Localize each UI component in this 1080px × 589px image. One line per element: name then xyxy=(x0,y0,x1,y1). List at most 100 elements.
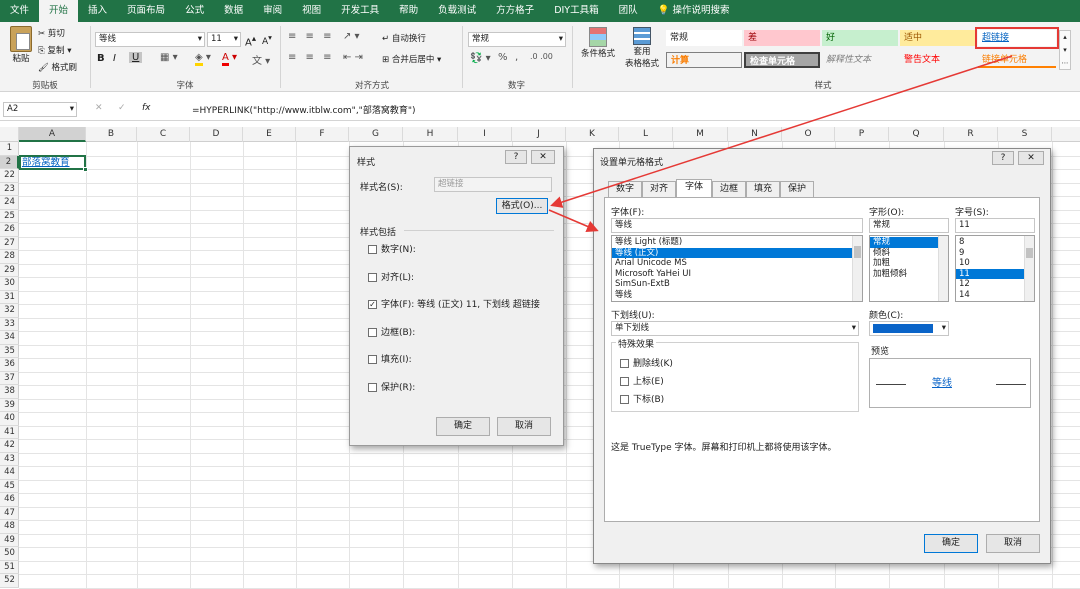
font-size-option[interactable]: 10 xyxy=(956,258,1024,269)
underline-button[interactable]: U xyxy=(129,52,143,63)
font-size-option[interactable]: 12 xyxy=(956,279,1024,290)
tab-diy-toolbox[interactable]: DIY工具箱 xyxy=(544,0,608,22)
font-size-option[interactable]: 14 xyxy=(956,290,1024,301)
tab-formulas[interactable]: 公式 xyxy=(175,0,214,22)
active-cell-a2[interactable]: 部落窝教育 xyxy=(19,155,88,172)
size-list-scrollbar[interactable] xyxy=(1024,236,1034,301)
font-size-box[interactable]: 11 ▾ xyxy=(207,32,241,47)
tab-fangfang[interactable]: 方方格子 xyxy=(486,0,544,22)
shrink-font-button[interactable]: A▾ xyxy=(262,33,272,47)
style-include-checkbox-5[interactable]: 保护(R): xyxy=(368,380,415,393)
column-header-c[interactable]: C xyxy=(137,127,190,142)
column-header-f[interactable]: F xyxy=(296,127,349,142)
name-box[interactable]: A2 ▾ xyxy=(3,102,77,117)
row-header-34[interactable]: 34 xyxy=(0,331,19,345)
font-size-option[interactable]: 11 xyxy=(956,268,1024,279)
row-header-28[interactable]: 28 xyxy=(0,250,19,264)
row-header-52[interactable]: 52 xyxy=(0,574,19,588)
number-format-box[interactable]: 常规 ▾ xyxy=(468,32,566,47)
row-header-41[interactable]: 41 xyxy=(0,426,19,439)
row-header-49[interactable]: 49 xyxy=(0,534,19,547)
column-header-q[interactable]: Q xyxy=(889,127,944,142)
tab-view[interactable]: 视图 xyxy=(292,0,331,22)
row-header-32[interactable]: 32 xyxy=(0,304,19,318)
row-header-48[interactable]: 48 xyxy=(0,520,19,534)
column-header-b[interactable]: B xyxy=(86,127,137,142)
paste-button[interactable]: 粘贴 xyxy=(6,26,36,64)
style-ok-button[interactable]: 确定 xyxy=(436,417,490,436)
column-header-r[interactable]: R xyxy=(944,127,998,142)
superscript-checkbox[interactable]: 上标(E) xyxy=(620,374,664,387)
row-header-40[interactable]: 40 xyxy=(0,412,19,426)
fill-handle[interactable] xyxy=(83,167,88,172)
row-header-43[interactable]: 43 xyxy=(0,453,19,466)
tab-fill[interactable]: 填充 xyxy=(746,181,780,197)
font-size-option[interactable]: 8 xyxy=(956,237,1024,248)
format-button[interactable]: 格式(O)... xyxy=(496,198,548,214)
styles-gallery-scroll[interactable]: ▴ ▾ ⋯ xyxy=(1059,30,1071,70)
tab-file[interactable]: 文件 xyxy=(0,0,39,22)
orientation-icon[interactable]: ↗ ▾ xyxy=(343,31,360,42)
row-header-46[interactable]: 46 xyxy=(0,493,19,507)
phonetic-icon[interactable]: 文 ▾ xyxy=(252,52,270,67)
select-all-corner[interactable] xyxy=(0,127,19,142)
cancel-formula-button[interactable]: ✕ xyxy=(95,103,103,113)
tab-data[interactable]: 数据 xyxy=(214,0,253,22)
tab-home[interactable]: 开始 xyxy=(39,0,79,22)
tab-help[interactable]: 帮助 xyxy=(389,0,428,22)
style-calculation[interactable]: 计算 xyxy=(666,52,742,68)
style-include-checkbox-3[interactable]: 边框(B): xyxy=(368,325,415,338)
style-include-checkbox-2[interactable]: ✓ 字体(F): 等线 (正文) 11, 下划线 超链接 xyxy=(368,297,540,310)
style-normal[interactable]: 常规 xyxy=(666,30,742,46)
row-header-38[interactable]: 38 xyxy=(0,385,19,399)
insert-function-button[interactable]: fx xyxy=(142,103,151,113)
font-option[interactable]: SimSun-ExtB xyxy=(612,279,852,290)
row-header-25[interactable]: 25 xyxy=(0,210,19,223)
help-button[interactable]: ? xyxy=(505,150,527,164)
style-cancel-button[interactable]: 取消 xyxy=(497,417,551,436)
row-header-50[interactable]: 50 xyxy=(0,547,19,561)
row-header-2[interactable]: 2 xyxy=(0,155,19,169)
row-header-30[interactable]: 30 xyxy=(0,277,19,291)
font-option[interactable]: 等线 xyxy=(612,290,852,301)
column-header-o[interactable]: O xyxy=(782,127,835,142)
vertical-align-icons[interactable]: ≡ ≡ ≡ xyxy=(288,31,335,42)
column-header-n[interactable]: N xyxy=(728,127,782,142)
column-header-i[interactable]: I xyxy=(458,127,512,142)
font-listbox[interactable]: 等线 Light (标题) 等线 (正文) Arial Unicode MS Micr… xyxy=(611,235,863,302)
style-warning[interactable]: 警告文本 xyxy=(900,52,976,68)
row-header-26[interactable]: 26 xyxy=(0,223,19,237)
column-header-k[interactable]: K xyxy=(566,127,619,142)
tab-insert[interactable]: 插入 xyxy=(78,0,117,22)
row-header-27[interactable]: 27 xyxy=(0,237,19,250)
cell-a2-hyperlink[interactable]: 部落窝教育 xyxy=(22,157,70,169)
row-header-33[interactable]: 33 xyxy=(0,318,19,331)
font-name-box[interactable]: 等线 ▾ xyxy=(95,32,205,47)
wrap-text-button[interactable]: ↵ 自动换行 xyxy=(382,32,426,44)
close-button[interactable]: ✕ xyxy=(1018,151,1044,165)
row-header-44[interactable]: 44 xyxy=(0,466,19,480)
row-header-39[interactable]: 39 xyxy=(0,399,19,412)
indent-icons[interactable]: ⇤ ⇥ xyxy=(343,52,363,63)
row-header-23[interactable]: 23 xyxy=(0,183,19,196)
merge-center-button[interactable]: ⊞ 合并后居中 ▾ xyxy=(382,53,441,65)
enter-formula-button[interactable]: ✓ xyxy=(118,103,126,113)
horizontal-align-icons[interactable]: ≡ ≡ ≡ xyxy=(288,52,335,63)
style-include-checkbox-0[interactable]: 数字(N): xyxy=(368,242,416,255)
color-select[interactable]: ▾ xyxy=(869,321,949,336)
column-header-h[interactable]: H xyxy=(403,127,458,142)
tab-font[interactable]: 字体 xyxy=(676,179,712,197)
tab-protection[interactable]: 保护 xyxy=(780,181,814,197)
style-include-checkbox-4[interactable]: 填充(I): xyxy=(368,352,412,365)
border-icon[interactable]: ▦ ▾ xyxy=(160,52,178,63)
font-color-icon[interactable]: A ▾ xyxy=(222,52,237,66)
row-header-1[interactable]: 1 xyxy=(0,142,19,156)
row-header-42[interactable]: 42 xyxy=(0,439,19,453)
row-header-45[interactable]: 45 xyxy=(0,480,19,493)
subscript-checkbox[interactable]: 下标(B) xyxy=(620,392,664,405)
italic-button[interactable]: I xyxy=(113,53,116,64)
font-size-listbox[interactable]: 8 9 10 11 12 14 xyxy=(955,235,1035,302)
copy-button[interactable]: ⎘ 复制 ▾ xyxy=(38,44,72,56)
tab-developer[interactable]: 开发工具 xyxy=(331,0,389,22)
row-header-31[interactable]: 31 xyxy=(0,291,19,304)
